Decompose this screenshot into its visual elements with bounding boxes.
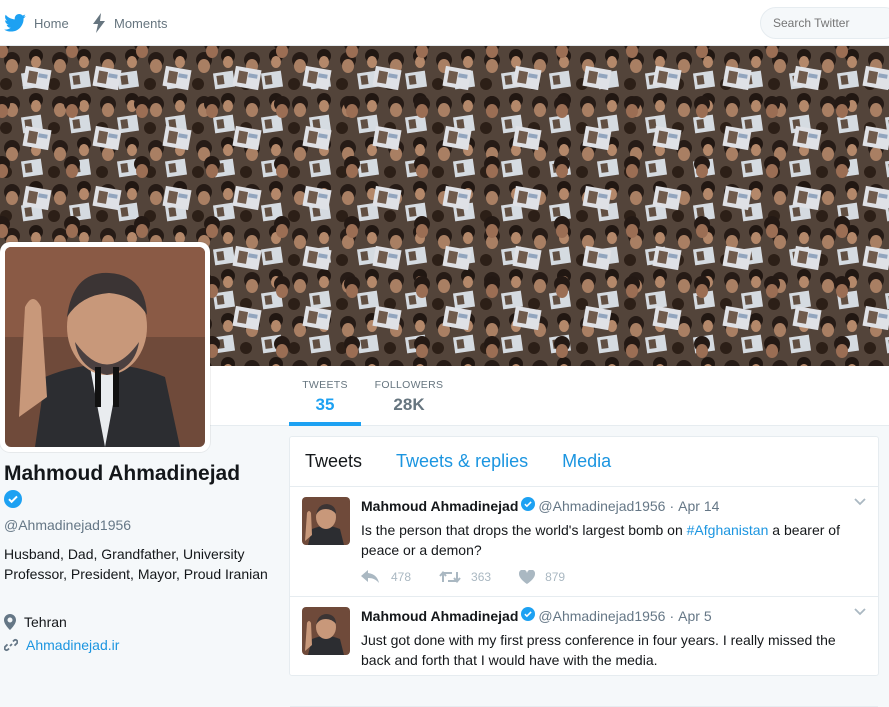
twitter-bird-icon — [4, 14, 26, 32]
tweets-count-value: 35 — [315, 395, 335, 414]
profile-handle[interactable]: @Ahmadinejad1956 — [4, 517, 131, 533]
website-link[interactable]: Ahmadinejad.ir — [26, 637, 119, 653]
reply-count: 478 — [391, 570, 412, 584]
like-count: 879 — [545, 570, 566, 584]
tweet-avatar[interactable] — [302, 497, 350, 545]
reply-button[interactable]: 478 — [361, 570, 411, 584]
nav-moments[interactable]: Moments — [92, 0, 167, 46]
tweet-text: Is the person that drops the world's lar… — [361, 520, 861, 560]
tweet-timestamp[interactable]: Apr 14 — [678, 498, 719, 514]
timeline-tabs: Tweets Tweets & replies Media — [290, 437, 878, 487]
profile-bio: Husband, Dad, Grandfather, University Pr… — [4, 546, 268, 582]
nav-home-label: Home — [34, 15, 69, 31]
retweet-count: 363 — [471, 570, 492, 584]
retweet-button[interactable]: 363 — [439, 570, 491, 584]
retweet-icon — [439, 570, 461, 584]
profile-location: Tehran — [4, 614, 67, 630]
tweet-timestamp[interactable]: Apr 5 — [678, 608, 711, 624]
search-input[interactable] — [760, 7, 889, 39]
followers-count-value: 28K — [393, 395, 425, 414]
tweet-author-handle[interactable]: @Ahmadinejad1956 — [538, 498, 665, 514]
tweets-count-label: TWEETS — [302, 379, 348, 391]
tweet-menu-chevron-icon[interactable] — [854, 605, 866, 619]
timeline: Tweets Tweets & replies Media Mahmoud Ah… — [289, 436, 879, 707]
tab-tweets[interactable]: Tweets — [305, 451, 362, 472]
location-text: Tehran — [24, 614, 67, 630]
tweet-author-name[interactable]: Mahmoud Ahmadinejad — [361, 608, 518, 624]
tweet-author-name[interactable]: Mahmoud Ahmadinejad — [361, 498, 518, 514]
like-button[interactable]: 879 — [519, 570, 565, 584]
nav-home[interactable]: Home — [4, 0, 69, 46]
tweet-avatar[interactable] — [302, 607, 350, 655]
profile-avatar[interactable] — [0, 242, 210, 452]
tweet-item[interactable]: Mahmoud Ahmadinejad @Ahmadinejad1956 · A… — [290, 487, 878, 597]
profile-name: Mahmoud Ahmadinejad — [4, 462, 241, 485]
tab-tweets-replies[interactable]: Tweets & replies — [396, 451, 528, 472]
hashtag-link[interactable]: #Afghanistan — [687, 522, 769, 538]
nav-moments-label: Moments — [114, 15, 168, 31]
tweet-menu-chevron-icon[interactable] — [854, 495, 866, 509]
verified-badge-icon — [521, 497, 536, 514]
tweet-separator: · — [669, 497, 675, 514]
tweet-text-part: Is the person that drops the world's lar… — [361, 522, 687, 538]
tweet-header: Mahmoud Ahmadinejad @Ahmadinejad1956 · A… — [361, 497, 719, 514]
verified-badge-icon — [4, 490, 22, 513]
tweet-author-handle[interactable]: @Ahmadinejad1956 — [538, 608, 665, 624]
tweet-actions: 478 363 879 — [361, 570, 593, 584]
tab-media[interactable]: Media — [562, 451, 611, 472]
reply-icon — [361, 570, 379, 583]
tweet-separator: · — [669, 607, 675, 624]
followers-count-label: FOLLOWERS — [374, 379, 444, 391]
tweet-header: Mahmoud Ahmadinejad @Ahmadinejad1956 · A… — [361, 607, 712, 624]
lightning-icon — [93, 13, 105, 33]
tweet-item[interactable]: Mahmoud Ahmadinejad @Ahmadinejad1956 · A… — [290, 597, 878, 707]
top-nav-bar: Home Moments — [0, 0, 889, 46]
followers-count-stat[interactable]: FOLLOWERS 28K — [368, 366, 450, 426]
profile-website: Ahmadinejad.ir — [4, 637, 119, 653]
tweet-text: Just got done with my first press confer… — [361, 632, 836, 668]
heart-icon — [519, 570, 536, 584]
avatar-image — [5, 247, 205, 447]
link-icon — [4, 639, 18, 651]
location-pin-icon — [4, 614, 16, 630]
tweets-count-stat[interactable]: TWEETS 35 — [289, 366, 361, 426]
verified-badge-icon — [521, 607, 536, 624]
